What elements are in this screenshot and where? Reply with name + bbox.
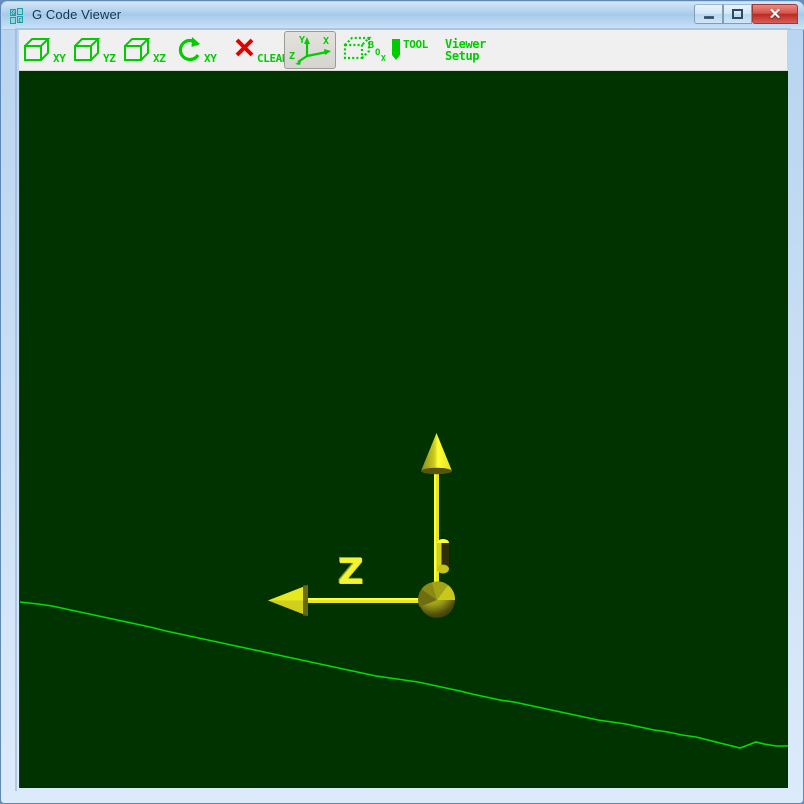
svg-text:Y: Y <box>299 35 305 46</box>
maximize-icon <box>724 5 751 23</box>
svg-text:X: X <box>323 36 329 47</box>
cube-icon <box>123 36 153 64</box>
svg-text:C: C <box>18 18 22 25</box>
gcode-3d-viewport[interactable]: Z Z <box>19 71 788 788</box>
toolbar-button-view-xy[interactable]: XY <box>21 31 67 69</box>
minimize-icon <box>695 5 722 23</box>
close-icon: ✕ <box>768 5 782 23</box>
toolbar-label-rotate-xy: XY <box>204 52 217 65</box>
gcode-toolpath-trace <box>20 601 788 749</box>
dotted-box-icon: B O X <box>343 35 389 65</box>
svg-text:Z: Z <box>289 51 295 62</box>
close-button[interactable]: ✕ <box>752 4 798 24</box>
toolbar-label-view-xz: XZ <box>153 52 166 65</box>
toolbar-label-tool: TOOL <box>403 38 428 51</box>
rotate-arrow-icon <box>177 36 204 64</box>
minimize-button[interactable] <box>694 4 723 24</box>
toolbar-label-view-yz: YZ <box>103 52 116 65</box>
gcode-app-icon: G C <box>9 7 27 25</box>
toolbar-button-box[interactable]: B O X <box>341 31 391 69</box>
toolbar-label-viewer-setup: Viewer Setup <box>445 37 486 63</box>
tool-bit-icon <box>389 36 403 64</box>
toolbar-button-rotate-xy[interactable]: XY <box>175 31 218 69</box>
window-title: G Code Viewer <box>32 7 122 22</box>
red-x-icon <box>233 36 257 64</box>
toolbar: XY YZ XZ XY CLEAR Y X Z B O X TOOL Viewe… <box>19 30 787 71</box>
maximize-button[interactable] <box>723 4 752 24</box>
toolbar-button-view-yz[interactable]: YZ <box>71 31 117 69</box>
toolbar-label-view-xy: XY <box>53 52 66 65</box>
svg-text:G: G <box>11 10 15 17</box>
svg-text:B: B <box>368 40 374 51</box>
axis-origin-gizmo: Z Z <box>268 433 456 618</box>
toolbar-button-viewer-setup[interactable]: Viewer Setup <box>443 31 488 69</box>
axis-label-z-highlight: Z <box>337 551 363 592</box>
toolbar-button-tool[interactable]: TOOL <box>387 31 430 69</box>
cube-icon <box>23 36 53 64</box>
application-window: G C G Code Viewer ✕ XY YZ XZ XY CLEAR Y … <box>0 0 804 804</box>
toolbar-button-clear[interactable]: CLEAR <box>231 31 290 69</box>
axes-yzx-icon: Y X Z <box>287 34 335 66</box>
title-bar[interactable]: G C G Code Viewer ✕ <box>2 2 804 30</box>
cube-icon <box>73 36 103 64</box>
toolbar-button-axes-yzx[interactable]: Y X Z <box>284 31 336 69</box>
svg-text:X: X <box>381 54 386 63</box>
toolbar-button-view-xz[interactable]: XZ <box>121 31 167 69</box>
